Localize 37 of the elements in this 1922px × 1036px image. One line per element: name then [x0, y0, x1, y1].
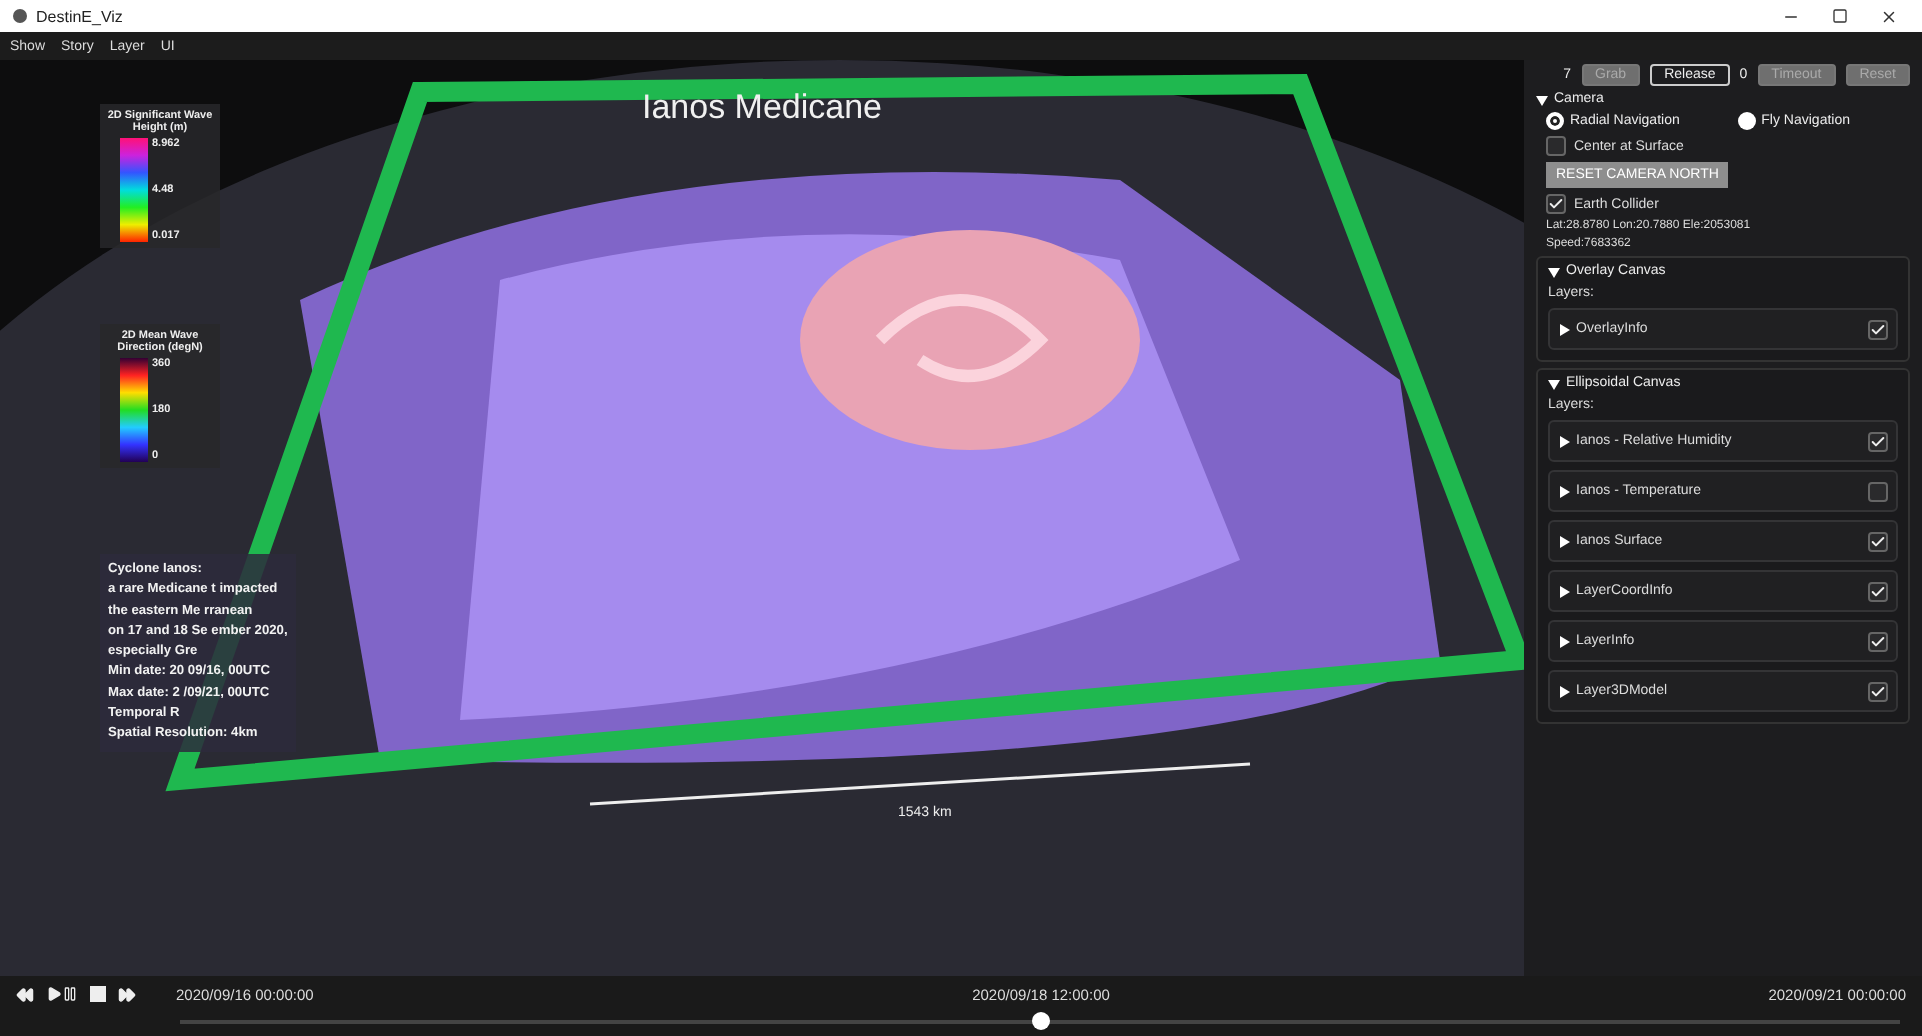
caret-icon — [1558, 685, 1570, 697]
app-icon — [12, 8, 28, 24]
window-title: DestinE_Viz — [36, 7, 123, 25]
caret-icon — [1548, 377, 1560, 389]
checkmark-icon — [1548, 196, 1564, 212]
fast-forward-button[interactable] — [118, 985, 136, 1003]
checkbox[interactable] — [1868, 681, 1888, 701]
checkmark-icon — [1870, 633, 1886, 649]
caret-icon — [1548, 265, 1560, 277]
checkmark-icon — [1870, 533, 1886, 549]
caret-icon — [1558, 635, 1570, 647]
checkmark-icon — [1870, 583, 1886, 599]
maximize-icon — [1832, 8, 1848, 24]
checkmark-icon — [1870, 433, 1886, 449]
checkbox[interactable] — [1868, 431, 1888, 451]
caret-icon — [1536, 93, 1548, 105]
color-scale-bar — [120, 358, 148, 462]
checkbox[interactable] — [1868, 631, 1888, 651]
checkbox[interactable] — [1868, 319, 1888, 339]
caret-icon — [1558, 323, 1570, 335]
caret-icon — [1558, 485, 1570, 497]
color-scale-bar — [120, 138, 148, 242]
caret-icon — [1558, 535, 1570, 547]
checkbox[interactable] — [1868, 531, 1888, 551]
checkmark-icon — [1870, 321, 1886, 337]
caret-icon — [1558, 585, 1570, 597]
caret-icon — [1558, 435, 1570, 447]
close-icon — [1880, 7, 1898, 25]
timeline-thumb[interactable] — [1032, 1012, 1050, 1030]
checkbox[interactable] — [1868, 581, 1888, 601]
play-pause-button[interactable] — [46, 986, 78, 1002]
checkmark-icon — [1870, 683, 1886, 699]
checkbox[interactable] — [1546, 194, 1566, 214]
scene-title: Ianos Medicane — [641, 88, 883, 128]
checkbox[interactable] — [1868, 481, 1888, 501]
checkbox[interactable] — [1546, 136, 1566, 156]
rewind-button[interactable] — [16, 985, 34, 1003]
